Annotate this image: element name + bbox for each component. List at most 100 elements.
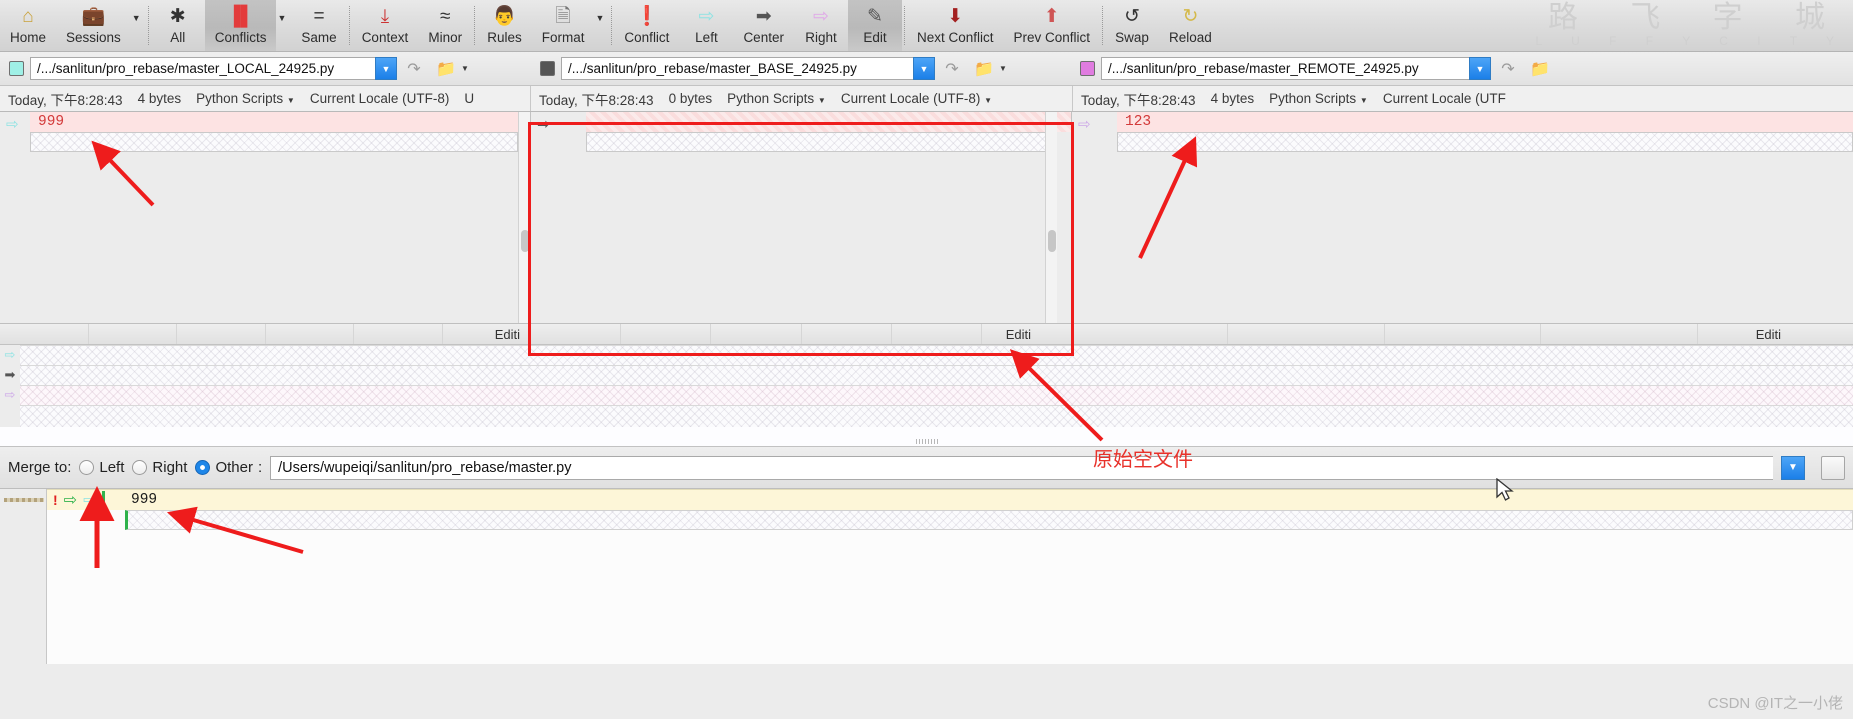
- revert-icon-left[interactable]: ↷: [397, 59, 431, 79]
- color-swatch-right: [1080, 61, 1095, 76]
- code-line-virtual-left: [30, 132, 518, 152]
- color-swatch-left: [9, 61, 24, 76]
- diff-pane-center[interactable]: ➡ Editi: [530, 112, 1071, 344]
- output-ruler: [0, 489, 47, 664]
- toolbar-button-prev-conflict[interactable]: ⬆ Prev Conflict: [1004, 0, 1101, 51]
- code-line-conflict-right: 123: [1117, 112, 1853, 132]
- merge-option-other[interactable]: Other :: [195, 459, 262, 476]
- path-dropdown-center[interactable]: ▼: [913, 57, 935, 80]
- path-input-left[interactable]: /.../sanlitun/pro_rebase/master_LOCAL_24…: [30, 57, 375, 80]
- toolbar-button-next-conflict[interactable]: ⬇ Next Conflict: [907, 0, 1004, 51]
- arrow-right-pane-icon: ⇨: [813, 5, 829, 27]
- code-area-left[interactable]: 999: [30, 112, 530, 344]
- folder-dropdown-left[interactable]: ▼: [461, 64, 473, 73]
- toolbar-label: Prev Conflict: [1013, 30, 1091, 45]
- radio-other[interactable]: [195, 460, 211, 475]
- swap-icon: ↺: [1124, 5, 1140, 27]
- merge-option-other-colon: :: [257, 459, 263, 476]
- folder-icon-left[interactable]: 📁: [431, 59, 461, 79]
- toolbar-separator: [348, 6, 350, 45]
- scrollbar-left[interactable]: [518, 112, 530, 344]
- watermark-english: L U F F Y C I T Y: [1535, 34, 1847, 48]
- toolbar-caret-sessions-icon[interactable]: ▼: [131, 0, 146, 51]
- merge-preview-strip[interactable]: ⇨ ➡ ⇨: [0, 344, 1853, 447]
- toolbar-button-all[interactable]: ✱ All: [151, 0, 205, 51]
- merge-option-left[interactable]: Left: [79, 459, 124, 476]
- toolbar-button-minor[interactable]: ≈ Minor: [418, 0, 472, 51]
- toolbar-button-rules[interactable]: 👨 Rules: [477, 0, 532, 51]
- edit-pencil-icon: ✎: [867, 5, 883, 27]
- toolbar-button-left[interactable]: ⇨ Left: [679, 0, 733, 51]
- scrollbar-center[interactable]: [1045, 112, 1057, 344]
- meta-syntax-right[interactable]: Python Scripts ▼: [1269, 91, 1368, 106]
- diff-pane-left[interactable]: ⇨ 999 Editi: [0, 112, 530, 344]
- toolbar-button-swap[interactable]: ↺ Swap: [1105, 0, 1159, 51]
- three-way-diff-panes: ⇨ 999 Editi ➡ Editi ⇨ 123 Editi: [0, 112, 1853, 344]
- meta-encoding-left[interactable]: Current Locale (UTF-8): [310, 91, 450, 106]
- folder-icon-center[interactable]: 📁: [969, 59, 999, 79]
- toolbar-button-reload[interactable]: ↻ Reload: [1159, 0, 1222, 51]
- metadata-right: Today, 下午8:28:43 4 bytes Python Scripts …: [1073, 86, 1853, 111]
- toolbar-button-format[interactable]: 🗎 Format: [532, 0, 595, 51]
- preview-arrow-3-icon[interactable]: ⇨: [0, 385, 20, 405]
- diff-pane-right[interactable]: ⇨ 123 Editi: [1071, 112, 1853, 344]
- merge-path-dropdown[interactable]: ▼: [1781, 455, 1805, 480]
- code-area-center[interactable]: [586, 112, 1071, 344]
- splitter-grabber[interactable]: [915, 439, 938, 444]
- radio-right[interactable]: [132, 460, 148, 475]
- folder-dropdown-center[interactable]: ▼: [999, 64, 1011, 73]
- apply-right-arrow-icon[interactable]: ⇨: [1078, 117, 1091, 132]
- toolbar-button-same[interactable]: = Same: [291, 0, 346, 51]
- conflicts-grid-icon: ▐▌: [227, 5, 255, 27]
- apply-left-arrow-icon[interactable]: ⇨: [6, 117, 19, 132]
- toolbar-label: Left: [695, 30, 718, 45]
- toolbar-label: Right: [805, 30, 837, 45]
- path-dropdown-right[interactable]: ▼: [1469, 57, 1491, 80]
- file-path-bar: /.../sanlitun/pro_rebase/master_LOCAL_24…: [0, 52, 1853, 86]
- pane-footer-right: Editi: [1072, 323, 1853, 344]
- meta-syntax-center[interactable]: Python Scripts ▼: [727, 91, 826, 106]
- toolbar-button-context[interactable]: ⤓ Context: [352, 0, 419, 51]
- path-input-right[interactable]: /.../sanlitun/pro_rebase/master_REMOTE_2…: [1101, 57, 1469, 80]
- meta-encoding-center[interactable]: Current Locale (UTF-8) ▼: [841, 91, 992, 106]
- preview-arrow-2-icon[interactable]: ➡: [0, 365, 20, 385]
- preview-row-4: [0, 405, 1853, 427]
- meta-encoding-right[interactable]: Current Locale (UTF: [1383, 91, 1506, 106]
- meta-syntax-left[interactable]: Python Scripts ▼: [196, 91, 295, 106]
- radio-left[interactable]: [79, 460, 95, 475]
- toolbar-button-right[interactable]: ⇨ Right: [794, 0, 848, 51]
- code-area-right[interactable]: 123: [1117, 112, 1853, 344]
- arrow-center-icon: ➡: [755, 5, 772, 27]
- accept-left-arrow-icon[interactable]: ⇨: [64, 490, 77, 510]
- arrow-down-icon: ⬇: [947, 5, 964, 27]
- toolbar-caret-format-icon[interactable]: ▼: [595, 0, 610, 51]
- toolbar-button-conflicts[interactable]: ▐▌ Conflicts: [204, 0, 277, 51]
- path-column-center: /.../sanlitun/pro_rebase/master_BASE_249…: [531, 52, 1071, 85]
- toolbar-button-home[interactable]: ⌂ Home: [0, 0, 56, 51]
- path-dropdown-left[interactable]: ▼: [375, 57, 397, 80]
- apply-center-arrow-icon[interactable]: ➡: [537, 117, 550, 132]
- accept-right-arrow-icon[interactable]: ⇨: [83, 490, 96, 510]
- toolbar-button-center[interactable]: ➡ Center: [733, 0, 794, 51]
- path-input-center[interactable]: /.../sanlitun/pro_rebase/master_BASE_249…: [561, 57, 913, 80]
- pane-status-left: Editi: [494, 326, 520, 342]
- merge-output-pane[interactable]: ! ⇨ ⇨ 999: [0, 489, 1853, 664]
- toolbar-button-sessions[interactable]: 💼 Sessions: [56, 0, 131, 51]
- toolbar-label: Center: [743, 30, 784, 45]
- revert-icon-right[interactable]: ↷: [1491, 59, 1525, 79]
- briefcase-icon: 💼: [81, 5, 106, 27]
- output-line-1-text: 999: [131, 492, 158, 508]
- gutter-left: ⇨: [0, 112, 30, 344]
- output-body[interactable]: ! ⇨ ⇨ 999: [47, 489, 1853, 664]
- toolbar-separator: [147, 6, 149, 45]
- merge-path-input[interactable]: /Users/wupeiqi/sanlitun/pro_rebase/maste…: [270, 455, 1773, 480]
- toolbar-label: Next Conflict: [916, 30, 994, 45]
- revert-icon-center[interactable]: ↷: [935, 59, 969, 79]
- toolbar-button-edit[interactable]: ✎ Edit: [847, 0, 902, 51]
- merge-browse-button[interactable]: [1821, 455, 1845, 480]
- toolbar-button-conflict[interactable]: ❗ Conflict: [614, 0, 679, 51]
- preview-arrow-1-icon[interactable]: ⇨: [0, 345, 20, 365]
- folder-icon-right[interactable]: 📁: [1525, 59, 1555, 79]
- merge-option-right[interactable]: Right: [132, 459, 187, 476]
- toolbar-caret-conflicts-icon[interactable]: ▼: [276, 0, 291, 51]
